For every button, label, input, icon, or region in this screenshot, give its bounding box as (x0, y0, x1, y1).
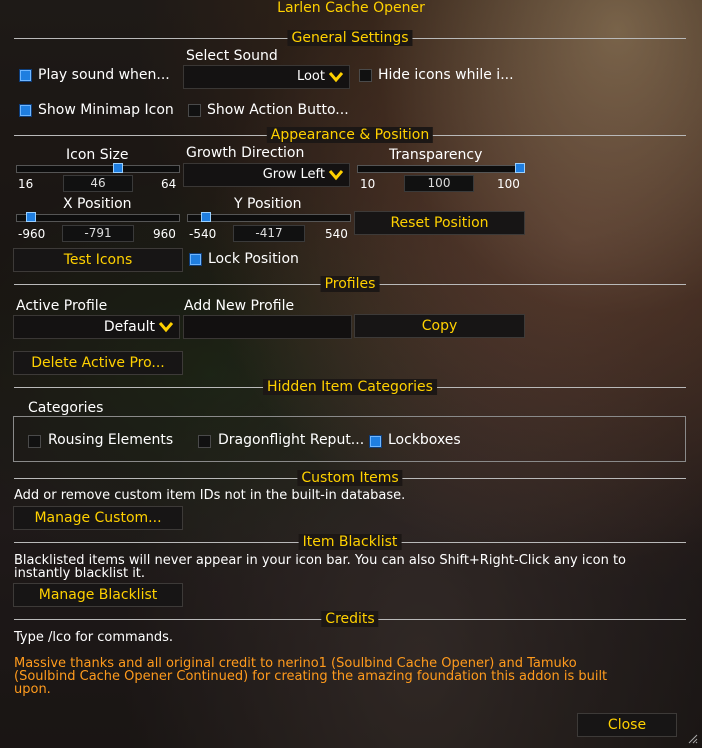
custom-items-description: Add or remove custom item IDs not in the… (14, 488, 406, 503)
section-item-blacklist: Item Blacklist (14, 534, 686, 550)
hide-icons-checkbox[interactable] (359, 69, 372, 82)
show-minimap-label: Show Minimap Icon (38, 102, 174, 118)
section-credits: Credits (14, 611, 686, 627)
x-position-slider[interactable] (16, 212, 180, 222)
transparency-min: 10 (360, 177, 376, 191)
category-checkbox-rousing[interactable] (28, 435, 41, 448)
hide-icons-label: Hide icons while i... (378, 67, 514, 83)
section-general-settings: General Settings (14, 30, 686, 46)
window-title: Larlen Cache Opener (277, 0, 425, 16)
transparency-label: Transparency (389, 147, 483, 163)
section-title: Credits (321, 611, 379, 627)
section-custom-items: Custom Items (14, 470, 686, 486)
play-sound-label: Play sound when... (38, 67, 170, 83)
x-position-min: -960 (18, 227, 46, 241)
section-title: General Settings (287, 30, 413, 46)
active-profile-label: Active Profile (16, 298, 108, 314)
active-profile-dropdown[interactable]: Default (13, 315, 180, 339)
play-sound-checkbox[interactable] (19, 69, 32, 82)
blacklist-description-line2: instantly blacklist it. (14, 566, 146, 581)
y-position-min: -540 (189, 227, 217, 241)
icon-size-value[interactable]: 46 (63, 175, 133, 192)
x-position-value[interactable]: -791 (62, 225, 134, 242)
show-action-checkbox[interactable] (188, 104, 201, 117)
category-checkbox-dragonflight[interactable] (198, 435, 211, 448)
x-position-max: 960 (153, 227, 176, 241)
y-position-label: Y Position (234, 196, 302, 212)
test-icons-button[interactable]: Test Icons (13, 248, 183, 272)
section-title: Custom Items (297, 470, 403, 486)
credits-thanks-line3: upon. (14, 682, 51, 697)
icon-size-label: Icon Size (66, 147, 129, 163)
resize-grip-icon[interactable] (686, 732, 698, 744)
close-button[interactable]: Close (577, 713, 677, 737)
category-checkbox-lockboxes[interactable] (369, 435, 382, 448)
sound-dropdown[interactable]: Loot (183, 65, 350, 89)
slider-thumb[interactable] (201, 212, 212, 222)
icon-size-slider[interactable] (16, 163, 180, 173)
credits-commands-text: Type /lco for commands. (14, 630, 174, 645)
copy-profile-button[interactable]: Copy (354, 314, 525, 338)
growth-direction-value: Grow Left (262, 167, 325, 182)
y-position-max: 540 (325, 227, 348, 241)
transparency-value[interactable]: 100 (404, 175, 474, 192)
icon-size-max: 64 (161, 177, 177, 191)
credits-thanks-line2: (Soulbind Cache Opener Continued) for cr… (14, 669, 608, 684)
add-profile-label: Add New Profile (184, 298, 295, 314)
sound-dropdown-value: Loot (296, 69, 325, 84)
y-position-value[interactable]: -417 (233, 225, 305, 242)
icon-size-min: 16 (18, 177, 34, 191)
slider-thumb[interactable] (26, 212, 37, 222)
category-label-rousing: Rousing Elements (48, 432, 174, 448)
slider-thumb[interactable] (113, 163, 124, 173)
show-minimap-checkbox[interactable] (19, 104, 32, 117)
slider-thumb[interactable] (515, 163, 525, 173)
category-label-lockboxes: Lockboxes (388, 432, 461, 448)
chevron-down-icon (159, 322, 173, 333)
section-title: Hidden Item Categories (263, 379, 437, 395)
section-profiles: Profiles (14, 276, 686, 292)
growth-direction-dropdown[interactable]: Grow Left (183, 163, 350, 187)
x-position-label: X Position (63, 196, 132, 212)
delete-profile-button[interactable]: Delete Active Pro... (13, 351, 183, 375)
section-hidden-categories: Hidden Item Categories (14, 379, 686, 395)
chevron-down-icon (329, 72, 343, 83)
category-label-dragonflight: Dragonflight Reput... (218, 432, 365, 448)
show-action-label: Show Action Butto... (207, 102, 349, 118)
chevron-down-icon (329, 170, 343, 181)
categories-label: Categories (28, 400, 104, 416)
transparency-slider[interactable] (357, 163, 525, 173)
section-title: Appearance & Position (266, 127, 434, 143)
transparency-max: 100 (497, 177, 520, 191)
section-title: Item Blacklist (298, 534, 402, 550)
lock-position-checkbox[interactable] (189, 253, 202, 266)
section-appearance-position: Appearance & Position (14, 127, 686, 143)
reset-position-button[interactable]: Reset Position (354, 211, 525, 235)
select-sound-label: Select Sound (186, 48, 278, 64)
lock-position-label: Lock Position (208, 251, 299, 267)
manage-custom-button[interactable]: Manage Custom... (13, 506, 183, 530)
y-position-slider[interactable] (187, 212, 351, 222)
add-profile-input[interactable] (183, 315, 352, 339)
section-title: Profiles (320, 276, 380, 292)
active-profile-value: Default (103, 319, 155, 335)
growth-direction-label: Growth Direction (186, 145, 305, 161)
manage-blacklist-button[interactable]: Manage Blacklist (13, 583, 183, 607)
